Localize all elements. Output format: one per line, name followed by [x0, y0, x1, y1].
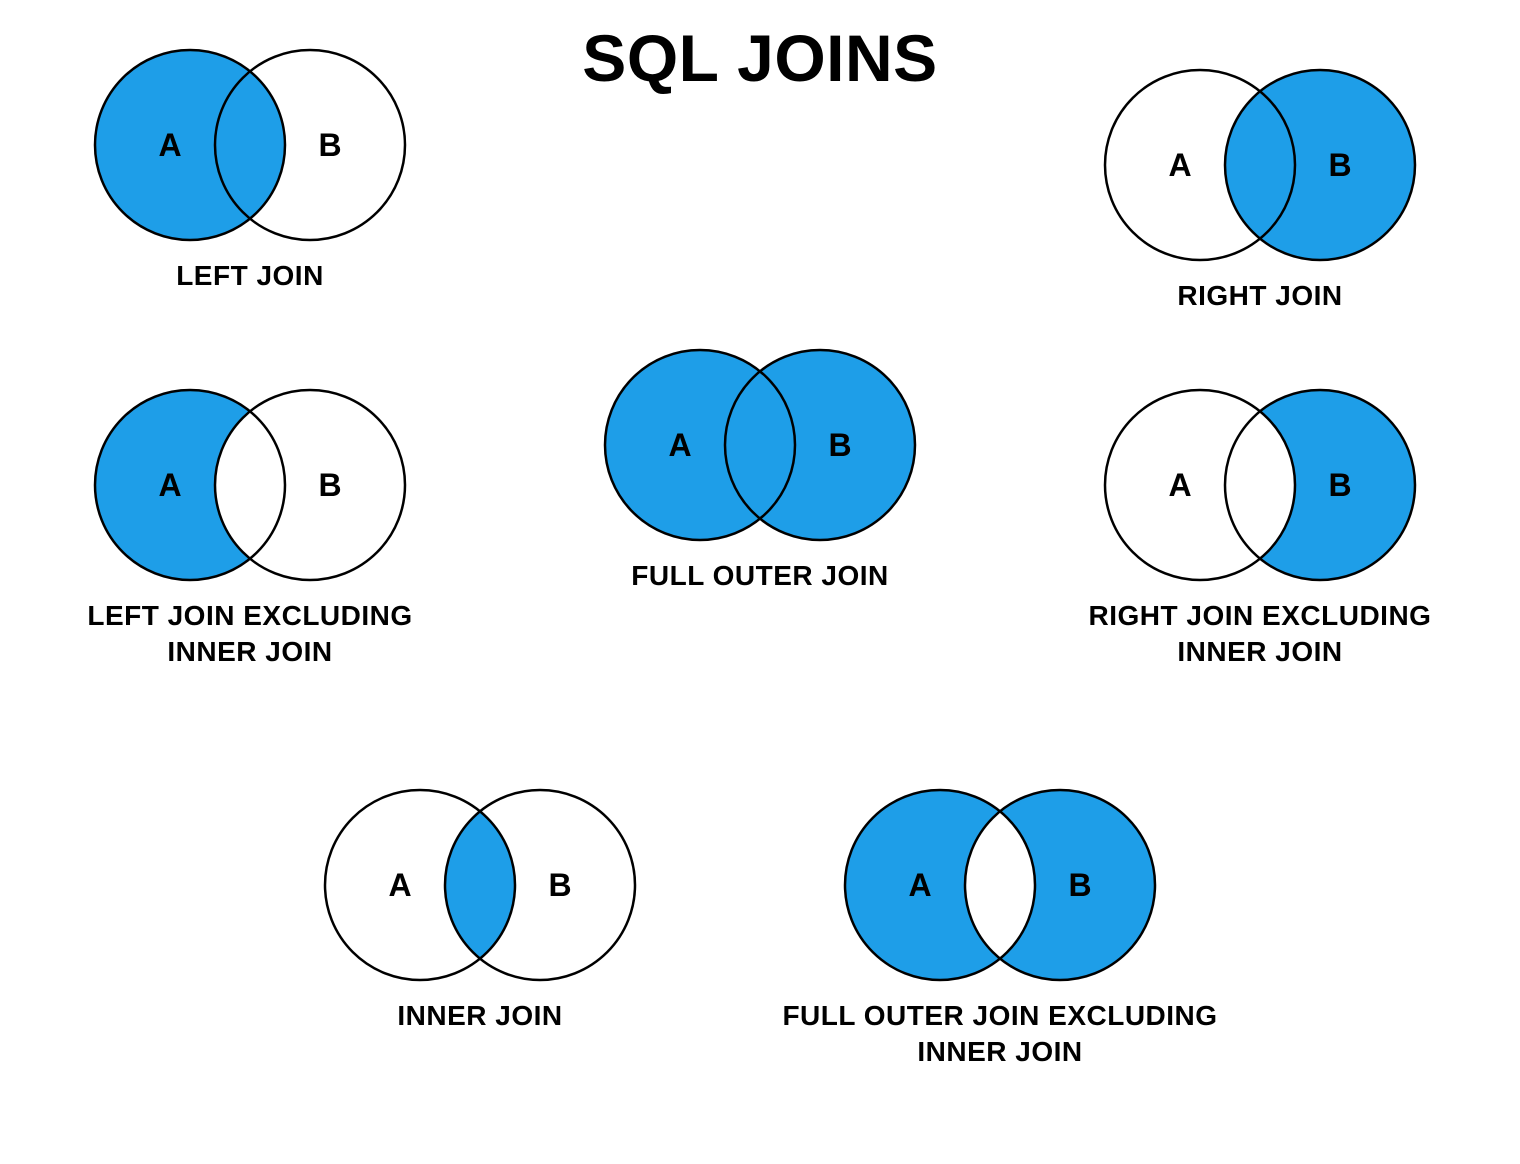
set-b-label: B	[1328, 467, 1351, 503]
set-a-label: A	[158, 127, 181, 163]
set-b-label: B	[548, 867, 571, 903]
venn-right-join-excl: A B	[1080, 380, 1440, 590]
caption-full-outer-join-excl: FULL OUTER JOIN EXCLUDING INNER JOIN	[780, 998, 1220, 1070]
set-a-label: A	[158, 467, 181, 503]
caption-inner-join: INNER JOIN	[290, 998, 670, 1034]
diagram-right-join-excl: A B RIGHT JOIN EXCLUDING INNER JOIN	[1070, 380, 1450, 670]
caption-left-join-excl: LEFT JOIN EXCLUDING INNER JOIN	[60, 598, 440, 670]
caption-full-outer-join: FULL OUTER JOIN	[570, 558, 950, 594]
set-b-label: B	[318, 467, 341, 503]
venn-full-outer-join: A B	[580, 340, 940, 550]
diagram-full-outer-join-excl: A B FULL OUTER JOIN EXCLUDING INNER JOIN	[780, 780, 1220, 1070]
diagram-inner-join: A B INNER JOIN	[290, 780, 670, 1034]
diagram-left-join-excl: A B LEFT JOIN EXCLUDING INNER JOIN	[60, 380, 440, 670]
set-b-label: B	[1068, 867, 1091, 903]
diagram-left-join: A B LEFT JOIN	[60, 40, 440, 294]
diagram-full-outer-join: A B FULL OUTER JOIN	[570, 340, 950, 594]
venn-full-outer-join-excl: A B	[820, 780, 1180, 990]
venn-left-join: A B	[70, 40, 430, 250]
set-b-label: B	[1328, 147, 1351, 183]
set-a-label: A	[1168, 147, 1191, 183]
caption-right-join-excl: RIGHT JOIN EXCLUDING INNER JOIN	[1070, 598, 1450, 670]
set-a-label: A	[908, 867, 931, 903]
set-b-label: B	[828, 427, 851, 463]
caption-left-join: LEFT JOIN	[60, 258, 440, 294]
venn-right-join: A B	[1080, 60, 1440, 270]
set-b-label: B	[318, 127, 341, 163]
venn-left-join-excl: A B	[70, 380, 430, 590]
venn-inner-join: A B	[300, 780, 660, 990]
set-a-label: A	[388, 867, 411, 903]
set-a-label: A	[1168, 467, 1191, 503]
set-a-label: A	[668, 427, 691, 463]
caption-right-join: RIGHT JOIN	[1070, 278, 1450, 314]
diagram-right-join: A B RIGHT JOIN	[1070, 60, 1450, 314]
